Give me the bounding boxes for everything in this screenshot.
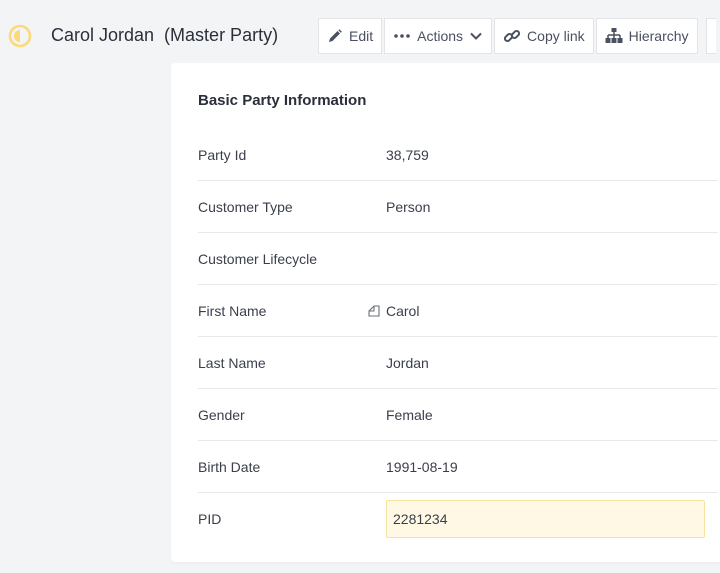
pencil-icon bbox=[329, 29, 342, 42]
field-label: Birth Date bbox=[198, 458, 261, 475]
field-label: Party Id bbox=[198, 146, 247, 163]
field-value: Carol bbox=[386, 302, 420, 319]
copy-link-button[interactable]: Copy link bbox=[494, 18, 594, 54]
overflow-button[interactable] bbox=[705, 18, 716, 54]
chevron-down-icon bbox=[470, 32, 482, 40]
ellipsis-icon bbox=[394, 34, 410, 38]
field-label: First Name bbox=[198, 302, 267, 319]
field-list: Party Id 38,759 Customer Type Person Cus… bbox=[198, 129, 718, 545]
edit-label: Edit bbox=[349, 28, 374, 44]
page-title: Carol Jordan (Master Party) bbox=[51, 25, 279, 45]
hierarchy-button[interactable]: Hierarchy bbox=[595, 18, 698, 54]
field-value: Person bbox=[386, 198, 431, 215]
sitemap-icon bbox=[605, 28, 623, 43]
field-label: Customer Lifecycle bbox=[198, 250, 318, 267]
half-circle-status-icon bbox=[8, 24, 32, 48]
field-label: Last Name bbox=[198, 354, 266, 371]
actions-label: Actions bbox=[417, 28, 464, 44]
basic-party-info-card: Basic Party Information Party Id 38,759 … bbox=[171, 63, 720, 562]
field-value: Female bbox=[386, 406, 433, 423]
field-value: Jordan bbox=[386, 354, 429, 371]
field-value: 38,759 bbox=[386, 146, 429, 163]
field-value-wrap: Carol bbox=[368, 302, 420, 319]
field-row-party-id: Party Id 38,759 bbox=[198, 129, 718, 181]
field-label: Customer Type bbox=[198, 198, 293, 215]
link-icon bbox=[503, 29, 521, 43]
actions-button[interactable]: Actions bbox=[384, 18, 493, 54]
field-row-customer-type: Customer Type Person bbox=[198, 181, 718, 233]
field-label: Gender bbox=[198, 406, 245, 423]
note-icon[interactable] bbox=[368, 304, 380, 317]
card-title: Basic Party Information bbox=[198, 92, 367, 109]
field-row-pid: PID 2281234 bbox=[198, 493, 718, 545]
hierarchy-label: Hierarchy bbox=[628, 28, 689, 44]
field-row-gender: Gender Female bbox=[198, 389, 718, 441]
copy-link-label: Copy link bbox=[527, 28, 585, 44]
edit-button[interactable]: Edit bbox=[318, 18, 383, 54]
field-value: 1991-08-19 bbox=[386, 458, 458, 475]
field-row-first-name: First Name Carol bbox=[198, 285, 718, 337]
field-row-customer-lifecycle: Customer Lifecycle bbox=[198, 233, 718, 285]
field-row-last-name: Last Name Jordan bbox=[198, 337, 718, 389]
pid-highlighted-value[interactable]: 2281234 bbox=[386, 500, 705, 538]
field-row-birth-date: Birth Date 1991-08-19 bbox=[198, 441, 718, 493]
toolbar: Edit Actions Copy link Hierarchy bbox=[318, 18, 716, 54]
field-label: PID bbox=[198, 511, 222, 527]
